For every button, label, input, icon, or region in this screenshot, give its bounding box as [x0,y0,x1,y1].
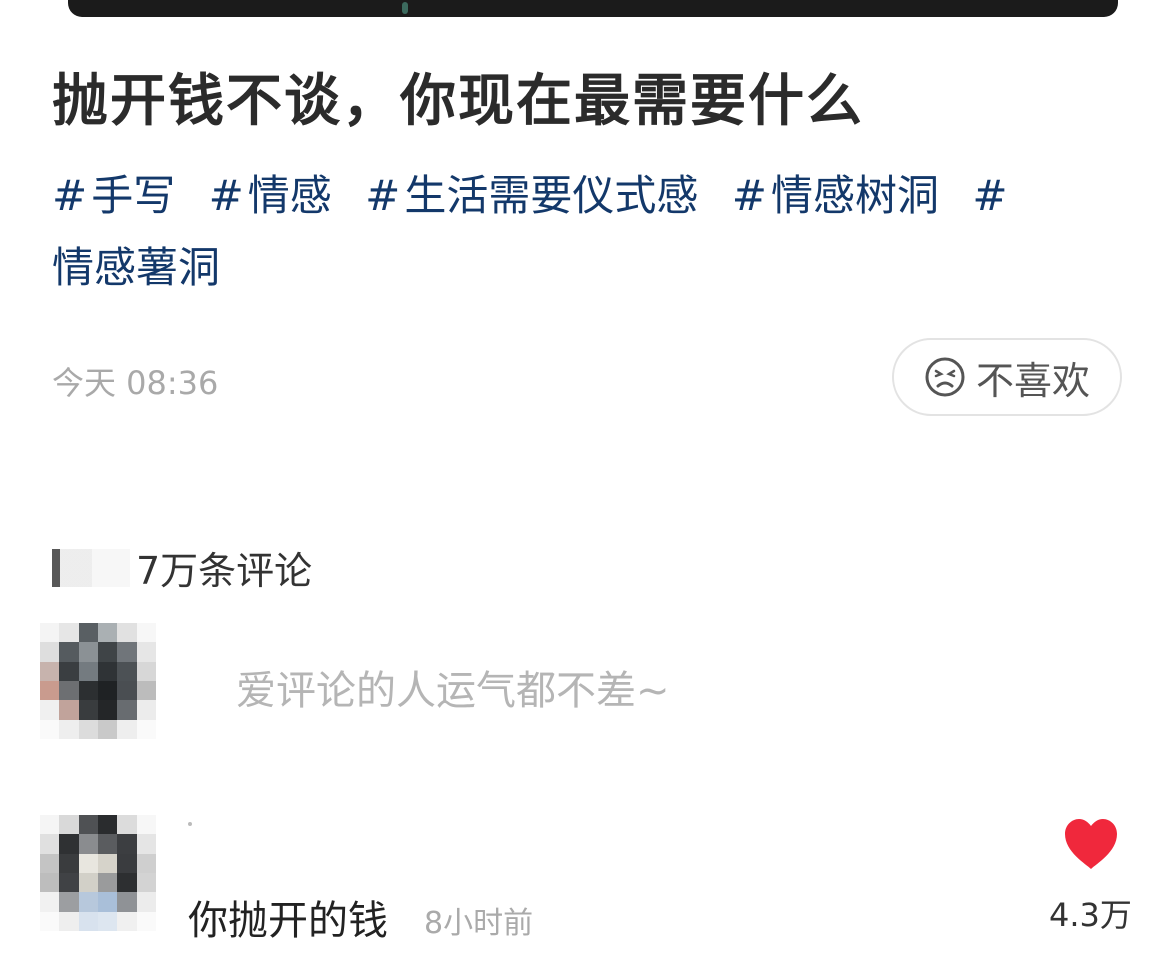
avatar[interactable] [40,623,156,739]
heart-icon[interactable] [1062,816,1120,872]
tag-label: 情感 [247,171,332,220]
tag-label: 手写 [91,171,176,220]
tag-list: #手写 #情感 #生活需要仪式感 #情感树洞 # 情感薯洞 [52,160,1132,304]
sad-face-icon [925,357,965,397]
image-detail [402,2,408,14]
comment-time: 8小时前 [424,906,534,941]
tag-hash: # [731,171,767,220]
tag-link[interactable]: #生活需要仪式感 [365,171,698,220]
like-count: 4.3万 [1049,896,1132,934]
tag-label: 生活需要仪式感 [404,171,699,220]
blurred-text [52,548,130,587]
post-title: 抛开钱不谈，你现在最需要什么 [52,69,864,134]
tag-hash: # [208,171,244,220]
avatar[interactable] [40,815,156,931]
blurred-username [188,822,192,826]
dislike-button[interactable]: 不喜欢 [892,338,1122,416]
tag-link[interactable]: #情感 [209,171,332,220]
tag-label: 情感薯洞 [52,243,221,292]
tag-hash: # [52,171,88,220]
tag-link[interactable]: #情感树洞 [732,171,939,220]
comment-count: 7万条评论 [52,540,312,595]
tag-hash: # [972,171,1008,220]
tag-label: 情感树洞 [770,171,939,220]
comment-input[interactable]: 爱评论的人运气都不差~ [236,658,670,716]
dislike-label: 不喜欢 [975,358,1090,403]
post-image-bottom-edge[interactable] [68,0,1118,17]
comment-count-label: 7万条评论 [136,549,313,593]
tag-link[interactable]: #手写 [52,171,175,220]
post-timestamp: 今天 08:36 [52,364,219,402]
comment-text: 你抛开的钱 [188,898,388,944]
tag-hash: # [365,171,401,220]
